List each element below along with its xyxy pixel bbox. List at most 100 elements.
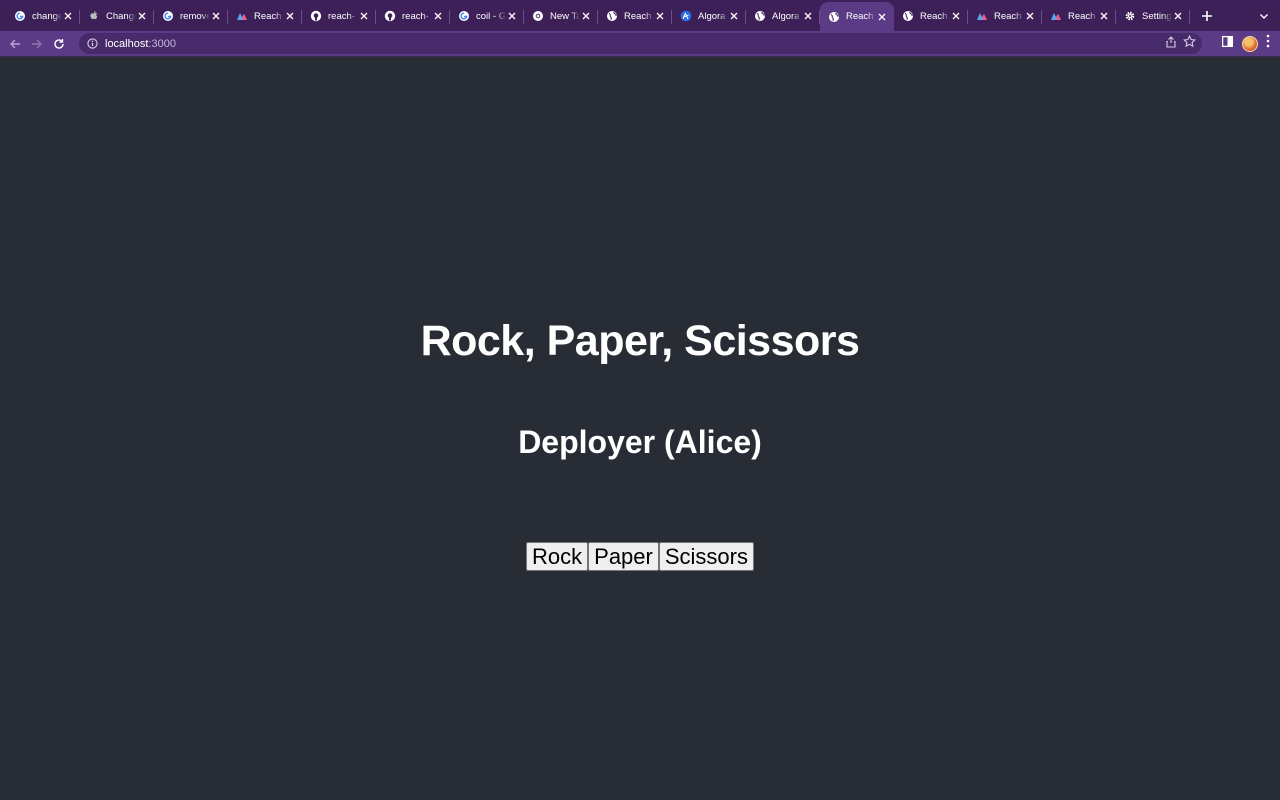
tab-close-button[interactable] — [876, 11, 888, 23]
share-icon — [1166, 35, 1176, 48]
tab-close-button[interactable] — [950, 10, 962, 22]
tab-title: Algora — [772, 10, 800, 22]
tab[interactable]: Algora — [672, 3, 746, 29]
tab[interactable]: Setting — [1116, 3, 1190, 29]
tab[interactable]: change — [6, 3, 80, 29]
tab-title: New Ta — [550, 10, 580, 22]
menu-button[interactable] — [1266, 34, 1270, 53]
tab[interactable]: Change — [80, 3, 154, 29]
tab-title: Change — [106, 10, 136, 22]
tab-close-button[interactable] — [506, 10, 518, 22]
tab-close-button[interactable] — [1098, 10, 1110, 22]
browser-toolbar: localhost:3000 — [0, 31, 1280, 56]
toolbar-right — [1221, 31, 1270, 56]
github-icon — [384, 10, 396, 22]
tab-close-button[interactable] — [136, 10, 148, 22]
close-icon — [212, 12, 220, 20]
new-tab-button[interactable] — [1192, 3, 1222, 29]
address-bar-actions — [1165, 33, 1197, 54]
tab-title: Reach — [920, 10, 948, 22]
share-button[interactable] — [1165, 35, 1177, 53]
tab-title: Reach — [624, 10, 652, 22]
tab-title: Reach — [994, 10, 1022, 22]
globe-icon — [902, 10, 914, 22]
tab[interactable]: Algora — [746, 3, 820, 29]
side-panel-button[interactable] — [1221, 35, 1234, 53]
tab[interactable]: coil - G — [450, 3, 524, 29]
tab-strip: change Change remove Reach reach-reach-coil … — [0, 0, 1280, 31]
tab-close-button[interactable] — [1024, 10, 1036, 22]
close-icon — [64, 12, 72, 20]
globe-icon — [828, 11, 840, 23]
tab-title: change — [32, 10, 62, 22]
tab-search-button[interactable] — [1256, 8, 1272, 24]
tab-title: Algora — [698, 10, 726, 22]
reach-icon — [976, 10, 988, 22]
tab-close-button[interactable] — [62, 10, 74, 22]
hand-buttons: Rock Paper Scissors — [0, 542, 1280, 571]
reload-icon — [54, 38, 64, 49]
google-icon — [458, 10, 470, 22]
close-icon — [582, 12, 590, 20]
close-icon — [138, 12, 146, 20]
tab-title: coil - G — [476, 10, 506, 22]
tab[interactable]: Reach — [228, 3, 302, 29]
close-icon — [804, 12, 812, 20]
close-icon — [508, 12, 516, 20]
close-icon — [730, 12, 738, 20]
close-icon — [1100, 12, 1108, 20]
tab-separator — [1189, 10, 1190, 24]
tab[interactable]: Reach — [894, 3, 968, 29]
tab[interactable]: Reach — [1042, 3, 1116, 29]
tab-close-button[interactable] — [728, 10, 740, 22]
tab-close-button[interactable] — [432, 10, 444, 22]
google-icon — [162, 10, 174, 22]
tab[interactable]: reach- — [302, 3, 376, 29]
chrome-icon — [532, 10, 544, 22]
tab-close-button[interactable] — [802, 10, 814, 22]
tab-title: reach- — [328, 10, 355, 22]
tab[interactable]: New Ta — [524, 3, 598, 29]
chevron-down-icon — [1260, 14, 1268, 19]
tab[interactable]: Reach — [968, 3, 1042, 29]
paper-button[interactable]: Paper — [588, 542, 659, 571]
tab-active[interactable]: Reach — [820, 2, 894, 31]
arrow-right-icon — [32, 39, 42, 48]
tab-close-button[interactable] — [580, 10, 592, 22]
tab-title: Reach — [846, 11, 874, 22]
tab-close-button[interactable] — [358, 10, 370, 22]
algorand-icon — [680, 10, 692, 22]
close-icon — [878, 13, 886, 20]
tab-close-button[interactable] — [210, 10, 222, 22]
tab[interactable]: remove — [154, 3, 228, 29]
close-icon — [952, 12, 960, 20]
info-icon — [87, 38, 98, 49]
tab-close-button[interactable] — [654, 10, 666, 22]
gear-icon — [1124, 10, 1136, 22]
close-icon — [286, 12, 294, 20]
close-icon — [1174, 12, 1182, 20]
address-url: localhost:3000 — [105, 38, 176, 50]
star-icon — [1182, 34, 1197, 47]
close-icon — [1026, 12, 1034, 20]
address-bar[interactable]: localhost:3000 — [79, 33, 1202, 54]
rock-button[interactable]: Rock — [526, 542, 589, 571]
kebab-menu-icon — [1266, 34, 1270, 48]
tab[interactable]: Reach — [598, 3, 672, 29]
profile-avatar[interactable] — [1242, 35, 1258, 52]
tab-close-button[interactable] — [1172, 10, 1184, 22]
scissors-button[interactable]: Scissors — [658, 542, 754, 571]
tab-title: remove — [180, 10, 210, 22]
page-title: Rock, Paper, Scissors — [420, 317, 860, 365]
tab-close-button[interactable] — [284, 10, 296, 22]
back-button[interactable] — [4, 33, 26, 55]
globe-icon — [606, 10, 618, 22]
reload-button[interactable] — [48, 33, 70, 55]
close-icon — [656, 12, 664, 20]
plus-icon — [1202, 11, 1212, 21]
tab[interactable]: reach- — [376, 3, 450, 29]
forward-button[interactable] — [26, 33, 48, 55]
bookmark-button[interactable] — [1182, 34, 1197, 53]
tab-title: Reach — [254, 10, 282, 22]
address-host: localhost — [105, 37, 149, 50]
